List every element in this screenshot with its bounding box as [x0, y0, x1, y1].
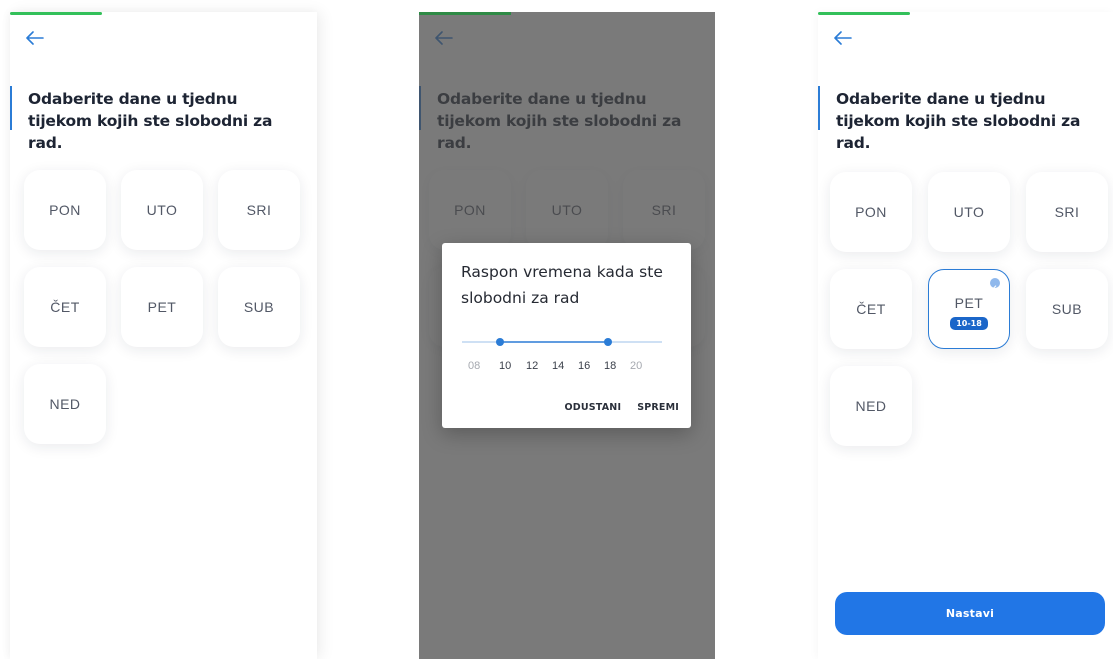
- continue-button[interactable]: Nastavi: [835, 592, 1105, 635]
- page-title: Odaberite dane u tjednu tijekom kojih st…: [836, 90, 1081, 152]
- title-accent: [818, 86, 820, 130]
- day-label: PET: [954, 294, 984, 311]
- day-label: NED: [855, 398, 887, 414]
- tick-label: 18: [604, 360, 617, 372]
- day-label: SUB: [1051, 301, 1083, 317]
- screen-day-selected: Odaberite dane u tjednu tijekom kojih st…: [818, 12, 1113, 659]
- day-card-ned[interactable]: NED: [830, 366, 912, 446]
- slider-handle-start: [496, 338, 504, 346]
- progress-bar-dimmed: [419, 12, 511, 15]
- day-label: PET: [147, 299, 177, 315]
- cancel-button[interactable]: ODUSTANI: [564, 402, 621, 413]
- title-accent: [10, 86, 12, 130]
- day-card-sri[interactable]: SRI: [218, 170, 300, 250]
- day-label: PON: [855, 204, 887, 220]
- day-card-cet[interactable]: ČET: [830, 269, 912, 349]
- day-label: ČET: [50, 299, 80, 315]
- page-title: Odaberite dane u tjednu tijekom kojih st…: [28, 90, 273, 152]
- day-label: SRI: [246, 202, 272, 218]
- day-card-uto[interactable]: UTO: [928, 172, 1010, 252]
- slider-handle-end: [604, 338, 612, 346]
- day-card-pet-selected[interactable]: PET 10-18: [928, 269, 1010, 349]
- day-label: NED: [49, 396, 81, 412]
- screen-time-range: Odaberite dane u tjednu tijekom kojih st…: [419, 12, 715, 659]
- tick-label: 08: [468, 360, 481, 372]
- screen-day-select: Odaberite dane u tjednu tijekom kojih st…: [10, 12, 317, 659]
- tick-label: 16: [578, 360, 591, 372]
- tick-label: 10: [499, 360, 512, 372]
- arrow-left-icon: [26, 31, 44, 45]
- time-range-badge: 10-18: [950, 316, 988, 330]
- day-card-sub[interactable]: SUB: [1026, 269, 1108, 349]
- time-range-slider[interactable]: [462, 335, 662, 349]
- dialog-title: Raspon vremena kada ste slobodni za rad: [461, 263, 663, 307]
- back-button[interactable]: [26, 30, 48, 48]
- tick-label: 14: [552, 360, 565, 372]
- dialog-actions: ODUSTANI SPREMI: [564, 402, 679, 413]
- day-card-pon[interactable]: PON: [24, 170, 106, 250]
- arrow-left-icon: [834, 31, 852, 45]
- check-circle-icon: [990, 278, 1000, 290]
- day-label: UTO: [146, 202, 178, 218]
- back-button[interactable]: [834, 30, 856, 48]
- day-card-cet[interactable]: ČET: [24, 267, 106, 347]
- day-card-pon[interactable]: PON: [830, 172, 912, 252]
- day-label: PON: [49, 202, 81, 218]
- day-label: SUB: [243, 299, 275, 315]
- day-card-ned[interactable]: NED: [24, 364, 106, 444]
- day-label: UTO: [953, 204, 985, 220]
- day-label: SRI: [1054, 204, 1080, 220]
- day-card-sri[interactable]: SRI: [1026, 172, 1108, 252]
- time-range-dialog: Raspon vremena kada ste slobodni za rad …: [442, 243, 691, 428]
- tick-label: 12: [526, 360, 539, 372]
- progress-bar: [10, 12, 102, 15]
- save-button[interactable]: SPREMI: [637, 402, 679, 413]
- day-card-uto[interactable]: UTO: [121, 170, 203, 250]
- progress-bar: [818, 12, 910, 15]
- day-card-pet[interactable]: PET: [121, 267, 203, 347]
- day-card-sub[interactable]: SUB: [218, 267, 300, 347]
- slider-ticks: 08 10 12 14 16 18 20: [468, 360, 668, 374]
- day-label: ČET: [856, 301, 886, 317]
- tick-label: 20: [630, 360, 643, 372]
